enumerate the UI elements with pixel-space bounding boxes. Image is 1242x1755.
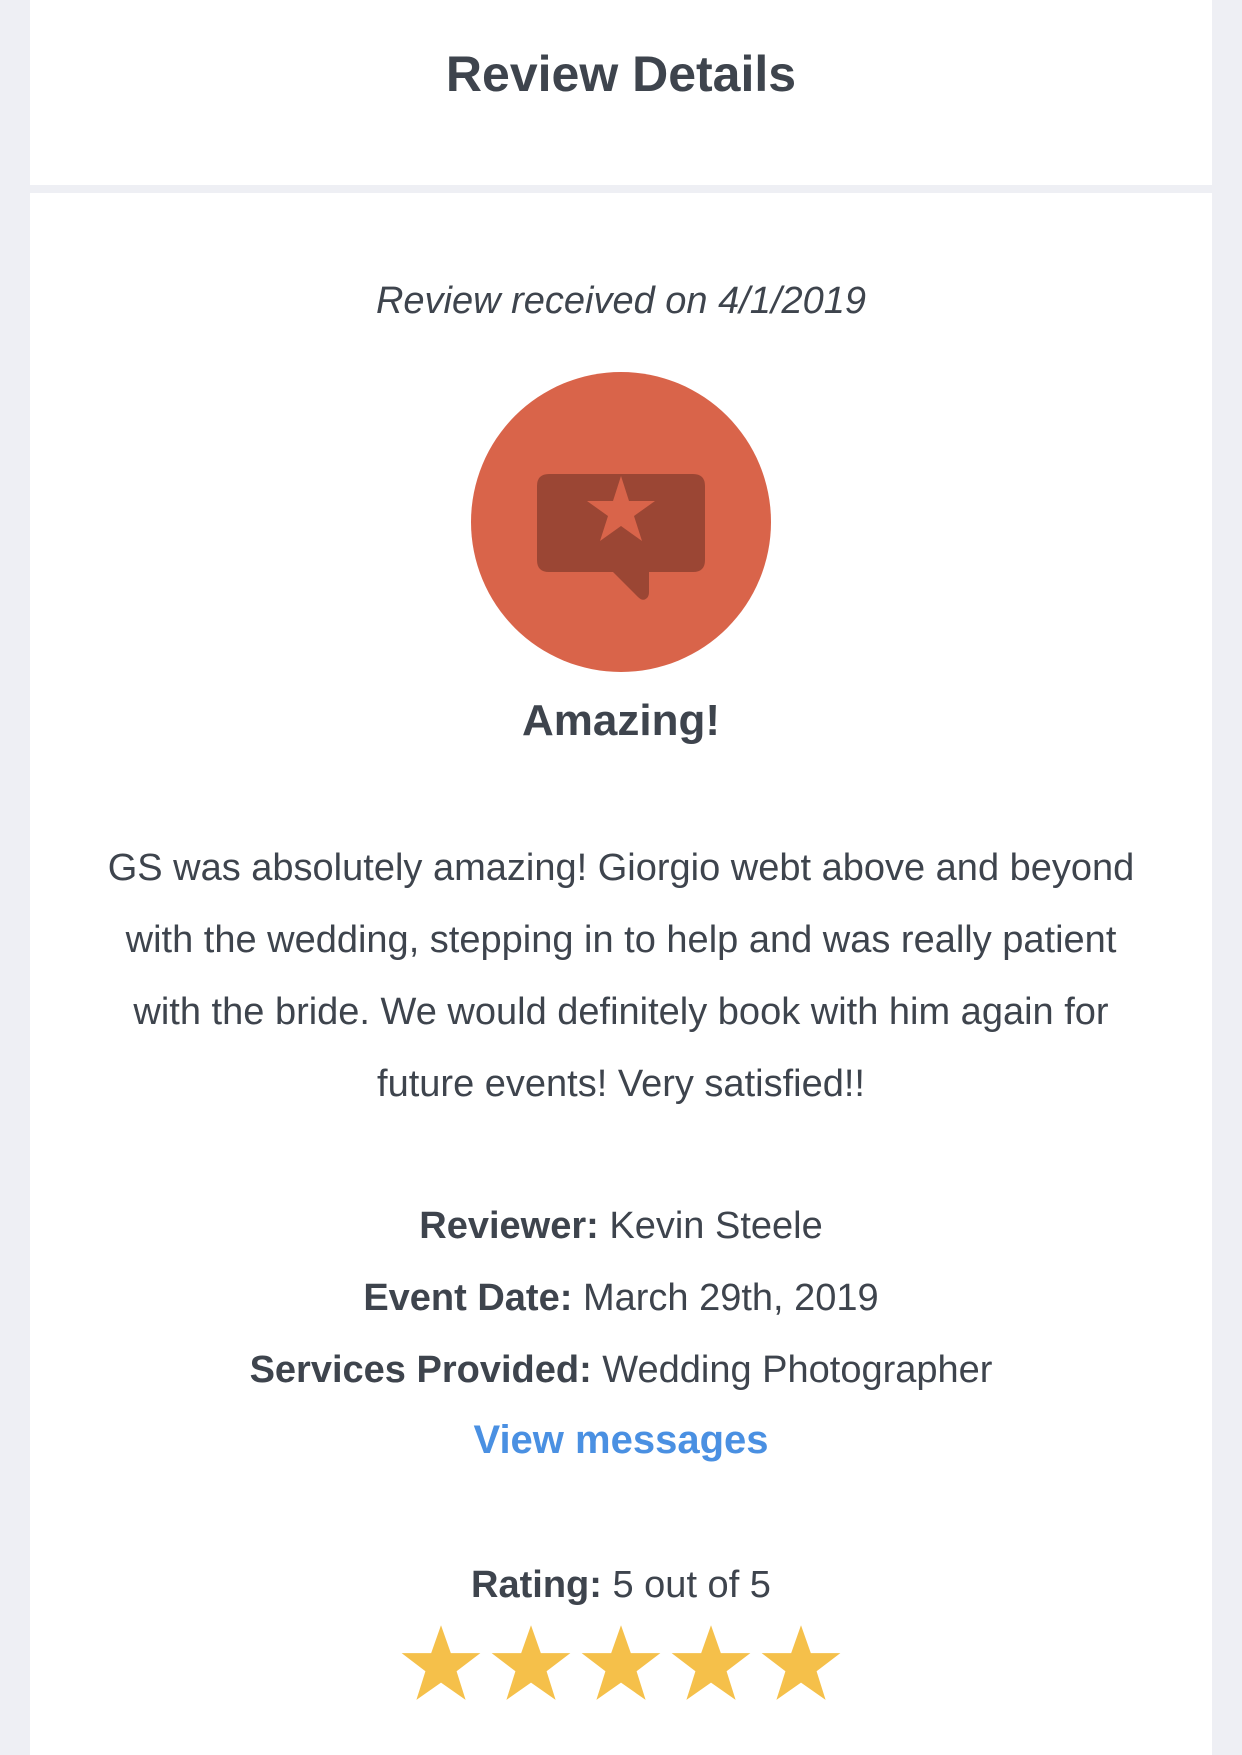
rating-stars <box>0 1622 1242 1704</box>
reviewer-line: Reviewer: Kevin Steele <box>0 1205 1242 1248</box>
services-value: Wedding Photographer <box>602 1349 993 1391</box>
event-date-value: March 29th, 2019 <box>582 1277 879 1319</box>
review-headline: Amazing! <box>522 696 720 745</box>
star-icon <box>401 1625 481 1700</box>
star-icon <box>761 1625 841 1700</box>
event-date-label: Event Date: <box>363 1277 573 1319</box>
rating-label: Rating: <box>471 1564 602 1606</box>
services-label: Services Provided: <box>249 1349 592 1391</box>
star-icon <box>491 1625 571 1700</box>
reviewer-value: Kevin Steele <box>609 1205 823 1247</box>
services-line: Services Provided: Wedding Photographer <box>0 1349 1242 1392</box>
rating-line: Rating: 5 out of 5 <box>0 1564 1242 1607</box>
view-messages-link[interactable]: View messages <box>0 1418 1242 1463</box>
review-star-bubble-icon <box>537 474 705 600</box>
review-body-text: GS was absolutely amazing! Giorgio webt … <box>107 847 1135 1105</box>
review-badge <box>471 372 771 672</box>
star-icon <box>581 1625 661 1700</box>
page-title: Review Details <box>445 46 797 102</box>
review-received-date: Review received on 4/1/2019 <box>375 280 867 322</box>
event-date-line: Event Date: March 29th, 2019 <box>0 1277 1242 1320</box>
star-icon <box>671 1625 751 1700</box>
reviewer-label: Reviewer: <box>419 1205 599 1247</box>
page-header: Review Details <box>30 0 1212 185</box>
rating-value: 5 out of 5 <box>612 1564 771 1606</box>
